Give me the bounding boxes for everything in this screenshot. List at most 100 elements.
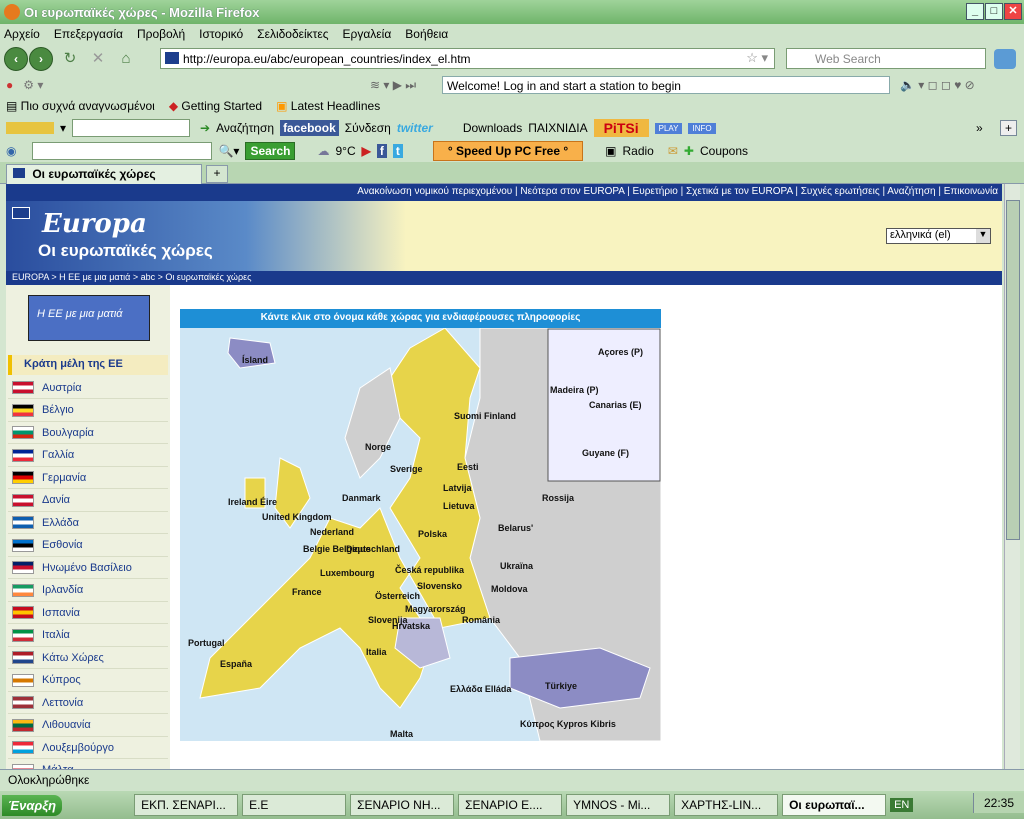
country-link[interactable]: Βέλγιο (8, 400, 168, 422)
bookmark-getting-started[interactable]: ◆ Getting Started (169, 99, 262, 113)
facebook-button[interactable]: facebook (280, 120, 339, 136)
menu-bookmarks[interactable]: Σελιδοδείκτες (257, 27, 328, 41)
twitter-button[interactable]: twitter (397, 121, 433, 135)
country-link[interactable]: Δανία (8, 490, 168, 512)
maximize-button[interactable]: □ (985, 3, 1003, 20)
map-country-label[interactable]: Canarias (E) (589, 400, 642, 410)
country-link[interactable]: Βουλγαρία (8, 422, 168, 444)
mail-icon[interactable]: ✉ (668, 144, 678, 158)
taskbar-item[interactable]: Ε.Ε (242, 794, 347, 816)
toolbar-dropdown[interactable]: ▾ (60, 121, 66, 135)
map-country-label[interactable]: Sverige (390, 464, 423, 474)
login-link[interactable]: Σύνδεση (345, 121, 391, 135)
search-arrow-icon[interactable]: ➔ (200, 121, 210, 135)
temperature[interactable]: 9°C (335, 144, 355, 158)
radio-icon[interactable]: ▣ (605, 144, 616, 158)
facebook-icon[interactable]: f (376, 144, 387, 158)
magnifier-icon[interactable]: 🔍▾ (218, 144, 239, 158)
speedup-button[interactable]: ° Speed Up PC Free ° (432, 141, 584, 161)
country-link[interactable]: Κύπρος (8, 670, 168, 692)
menu-history[interactable]: Ιστορικό (199, 27, 243, 41)
toolbar-logo[interactable] (6, 122, 54, 134)
eu-at-a-glance-banner[interactable]: Η ΕΕ με μια ματιά (28, 295, 150, 341)
country-link[interactable]: Αυστρία (8, 377, 168, 399)
toolbar-globe-icon[interactable]: ◉ (6, 144, 16, 158)
downloads-button[interactable]: Downloads (463, 121, 522, 135)
map-country-label[interactable]: España (220, 659, 252, 669)
member-states-header[interactable]: Κράτη μέλη της ΕΕ (8, 355, 168, 375)
country-link[interactable]: Γαλλία (8, 445, 168, 467)
map-country-label[interactable]: Italia (366, 647, 387, 657)
map-country-label[interactable]: România (462, 615, 500, 625)
reload-icon[interactable]: ↻ (59, 48, 81, 70)
map-country-label[interactable]: Ukraїna (500, 561, 533, 571)
play-button[interactable]: PLAY (654, 122, 683, 134)
weather-icon[interactable]: ☁ (317, 144, 329, 158)
tools-icon[interactable]: ⚙ ▾ (23, 78, 43, 92)
map-country-label[interactable]: Portugal (188, 638, 225, 648)
map-country-label[interactable]: Hrvatska (392, 621, 430, 631)
map-country-label[interactable]: Eesti (457, 462, 479, 472)
overflow-chevron-icon[interactable]: » (976, 121, 983, 135)
country-link[interactable]: Μάλτα (8, 760, 168, 769)
country-link[interactable]: Λεττονία (8, 692, 168, 714)
menu-help[interactable]: Βοήθεια (405, 27, 448, 41)
clock[interactable]: 22:35 (972, 793, 1024, 813)
taskbar-item[interactable]: ΣΕΝΑΡΙΟ Ε.... (458, 794, 563, 816)
map-country-label[interactable]: Nederland (310, 527, 354, 537)
search-button[interactable]: Search (245, 142, 296, 160)
quicklaunch-icons[interactable] (66, 796, 130, 814)
web-search-input[interactable]: Web Search (786, 48, 986, 69)
menu-tools[interactable]: Εργαλεία (343, 27, 392, 41)
breadcrumb[interactable]: EUROPA > Η ΕΕ με μια ματιά > abc > Οι ευ… (6, 271, 1002, 285)
taskbar-item[interactable]: ΣΕΝΑΡΙΟ ΝΗ... (350, 794, 455, 816)
map-country-label[interactable]: Κύπρος Kypros Kibris (520, 719, 616, 729)
bookmark-latest-headlines[interactable]: ▣ Latest Headlines (276, 99, 380, 113)
volume-icon[interactable]: 🔈 ▾ ◻ ◻ ♥ ⊘ (900, 78, 975, 92)
map-country-label[interactable]: Luxembourg (320, 568, 375, 578)
country-link[interactable]: Ηνωμένο Βασίλειο (8, 557, 168, 579)
youtube-icon[interactable]: ▶ (362, 144, 371, 158)
map-country-label[interactable]: France (292, 587, 322, 597)
country-link[interactable]: Εσθονία (8, 535, 168, 557)
menu-view[interactable]: Προβολή (137, 27, 185, 41)
map-country-label[interactable]: Deutschland (346, 544, 400, 554)
coupons-button[interactable]: Coupons (700, 144, 748, 158)
map-country-label[interactable]: Lietuva (443, 501, 475, 511)
map-country-label[interactable]: United Kingdom (262, 512, 332, 522)
stop-record-icon[interactable]: ● (6, 78, 13, 92)
map-country-label[interactable]: Magyarország (405, 604, 466, 614)
map-country-label[interactable]: Slovensko (417, 581, 462, 591)
map-country-label[interactable]: Guyane (F) (582, 448, 629, 458)
coupons-icon[interactable]: ✚ (684, 144, 694, 158)
start-button[interactable]: Έναρξη (2, 794, 63, 816)
radio-button[interactable]: Radio (623, 144, 654, 158)
country-link[interactable]: Λιθουανία (8, 715, 168, 737)
scrollbar-thumb[interactable] (1006, 200, 1020, 540)
menu-edit[interactable]: Επεξεργασία (54, 27, 123, 41)
map-country-label[interactable]: Österreich (375, 591, 420, 601)
twitter-icon[interactable]: t (392, 144, 403, 158)
bookmark-most-visited[interactable]: ▤ Πιο συχνά αναγνωσμένοι (6, 99, 155, 113)
addon-icon[interactable] (994, 49, 1016, 69)
menu-file[interactable]: Αρχείο (4, 27, 40, 41)
tab-european-countries[interactable]: Οι ευρωπαϊκές χώρες (6, 164, 202, 184)
language-indicator[interactable]: EN (890, 798, 914, 812)
map-country-label[interactable]: Madeira (P) (550, 385, 599, 395)
info-button[interactable]: INFO (688, 122, 716, 134)
taskbar-item[interactable]: ΕΚΠ. ΣΕΝΑΡΙ... (134, 794, 239, 816)
country-link[interactable]: Λουξεμβούργο (8, 737, 168, 759)
toolbar3-search-input[interactable] (32, 142, 213, 160)
plus-icon[interactable]: + (1000, 120, 1018, 136)
taskbar-item-active[interactable]: Οι ευρωπαϊ... (782, 794, 887, 816)
map-country-label[interactable]: Malta (390, 729, 413, 739)
map-country-label[interactable]: Ελλάδα Elláda (450, 684, 511, 694)
stop-icon[interactable]: ✕ (87, 48, 109, 70)
minimize-button[interactable]: _ (966, 3, 984, 20)
games-button[interactable]: ΠΑΙΧΝΙΔΙΑ (528, 121, 587, 135)
toolbar-search-combo[interactable] (72, 119, 191, 137)
back-button[interactable]: ‹ (4, 47, 28, 71)
map-country-label[interactable]: Česká republika (395, 565, 464, 575)
map-country-label[interactable]: Rossija (542, 493, 574, 503)
top-links[interactable]: Ανακοίνωση νομικού περιεχομένου | Νεότερ… (6, 184, 1002, 201)
